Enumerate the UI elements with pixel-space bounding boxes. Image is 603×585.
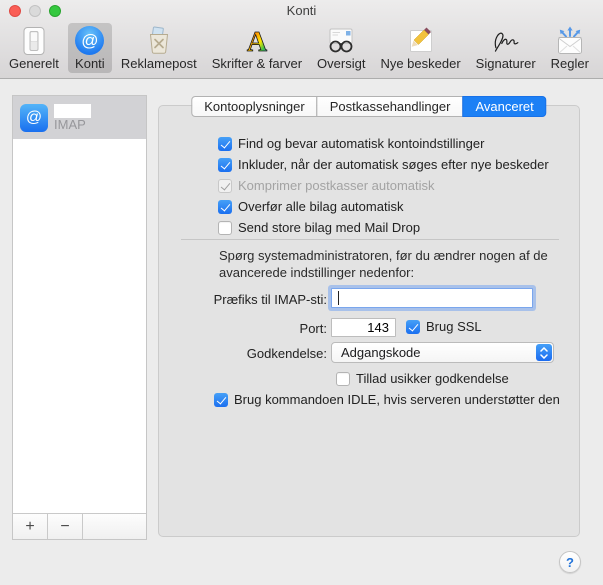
checkbox-mail-drop[interactable]: [218, 221, 232, 235]
checkbox-auto-detect-settings[interactable]: [218, 137, 232, 151]
port-input[interactable]: [331, 318, 396, 337]
help-button[interactable]: ?: [559, 551, 581, 573]
remove-account-button[interactable]: −: [48, 514, 83, 539]
button-bar-filler: [83, 514, 146, 539]
toolbar-item-composing[interactable]: Nye beskeder: [374, 23, 466, 73]
checkbox-label: Send store bilag med Mail Drop: [238, 220, 421, 235]
preferences-window: Konti Generelt @ Konti Reklamepost A Skr…: [0, 0, 603, 585]
insecure-auth-label: Tillad usikker godkendelse: [356, 371, 509, 386]
imap-prefix-input[interactable]: [331, 288, 533, 308]
checkbox-label: Overfør alle bilag automatisk: [238, 199, 404, 214]
admin-warning-text: Spørg systemadministratoren, før du ændr…: [219, 247, 579, 281]
at-square-icon: @: [20, 103, 48, 132]
toolbar-item-label: Nye beskeder: [380, 56, 461, 71]
accounts-list-empty-area: [13, 139, 146, 513]
use-ssl-label: Brug SSL: [426, 319, 482, 334]
authentication-label: Godkendelse:: [246, 346, 327, 361]
window-header: Konti Generelt @ Konti Reklamepost A Skr…: [0, 0, 603, 79]
accounts-list-buttons: + −: [13, 513, 146, 539]
titlebar[interactable]: Konti: [0, 0, 603, 22]
checkbox-use-idle[interactable]: [214, 393, 228, 407]
minimize-button[interactable]: [29, 5, 41, 17]
junk-basket-icon: [143, 25, 175, 56]
pencil-icon: [405, 25, 437, 56]
toolbar-item-label: Konti: [75, 56, 105, 71]
tab-advanced[interactable]: Avanceret: [462, 96, 547, 117]
checkbox-label: Inkluder, når der automatisk søges efter…: [238, 157, 549, 172]
letter-a-icon: A: [241, 25, 273, 56]
toolbar-item-general[interactable]: Generelt: [3, 23, 65, 73]
admin-warning-line2: avancerede indstillinger nedenfor:: [219, 265, 415, 280]
toolbar: Generelt @ Konti Reklamepost A Skrifter …: [0, 22, 603, 73]
glasses-icon: [325, 25, 357, 56]
toolbar-item-label: Reklamepost: [120, 56, 197, 71]
checkbox-download-attachments[interactable]: [218, 200, 232, 214]
at-circle-icon: @: [74, 25, 106, 56]
tab-bar: Kontooplysninger Postkassehandlinger Ava…: [191, 96, 547, 117]
toolbar-item-viewing[interactable]: Oversigt: [311, 23, 371, 73]
checkbox-label: Komprimer postkasser automatisk: [238, 178, 435, 193]
toolbar-item-label: Signaturer: [475, 56, 536, 71]
checkbox-insecure-auth[interactable]: [336, 372, 350, 386]
checkbox-include-when-checking[interactable]: [218, 158, 232, 172]
use-idle-label: Brug kommandoen IDLE, hvis serveren unde…: [234, 392, 560, 407]
imap-prefix-label: Præfiks til IMAP-sti:: [213, 292, 327, 307]
account-info: IMAP: [54, 103, 91, 132]
signature-icon: [490, 25, 522, 56]
checkbox-label: Find og bevar automatisk kontoindstillin…: [238, 136, 485, 151]
switch-icon: [18, 25, 50, 56]
toolbar-item-fonts-colors[interactable]: A Skrifter & farver: [206, 23, 308, 73]
svg-text:A: A: [247, 27, 268, 56]
traffic-lights: [9, 5, 61, 17]
toolbar-item-signatures[interactable]: Signaturer: [470, 23, 542, 73]
toolbar-item-junk[interactable]: Reklamepost: [115, 23, 203, 73]
port-label: Port:: [299, 321, 327, 336]
toolbar-item-label: Skrifter & farver: [211, 56, 303, 71]
account-name-redacted: [54, 103, 91, 118]
advanced-settings-panel: Find og bevar automatisk kontoindstillin…: [158, 105, 580, 537]
zoom-button[interactable]: [49, 5, 61, 17]
accounts-list: @ IMAP + −: [12, 95, 147, 540]
toolbar-item-label: Oversigt: [317, 56, 366, 71]
text-caret: [338, 291, 339, 305]
checkbox-compact-mailboxes: [218, 179, 232, 193]
authentication-value: Adgangskode: [341, 345, 421, 360]
toolbar-item-label: Generelt: [9, 56, 59, 71]
tab-account-information[interactable]: Kontooplysninger: [191, 96, 318, 117]
dropdown-arrows-icon: [536, 344, 552, 361]
toolbar-item-label: Regler: [550, 56, 589, 71]
close-button[interactable]: [9, 5, 21, 17]
account-list-item[interactable]: @ IMAP: [13, 96, 146, 139]
section-divider: [181, 239, 559, 240]
window-title: Konti: [286, 3, 317, 18]
checkbox-use-ssl[interactable]: [406, 320, 420, 334]
tab-mailbox-behaviors[interactable]: Postkassehandlinger: [316, 96, 464, 117]
admin-warning-line1: Spørg systemadministratoren, før du ændr…: [219, 248, 548, 263]
authentication-dropdown[interactable]: Adgangskode: [331, 342, 554, 363]
imap-prefix-field-wrap: [331, 288, 533, 308]
envelope-arrows-icon: [554, 25, 586, 56]
account-type-label: IMAP: [54, 116, 86, 132]
add-account-button[interactable]: +: [13, 514, 48, 539]
toolbar-item-rules[interactable]: Regler: [545, 23, 595, 73]
toolbar-item-accounts[interactable]: @ Konti: [67, 23, 112, 73]
